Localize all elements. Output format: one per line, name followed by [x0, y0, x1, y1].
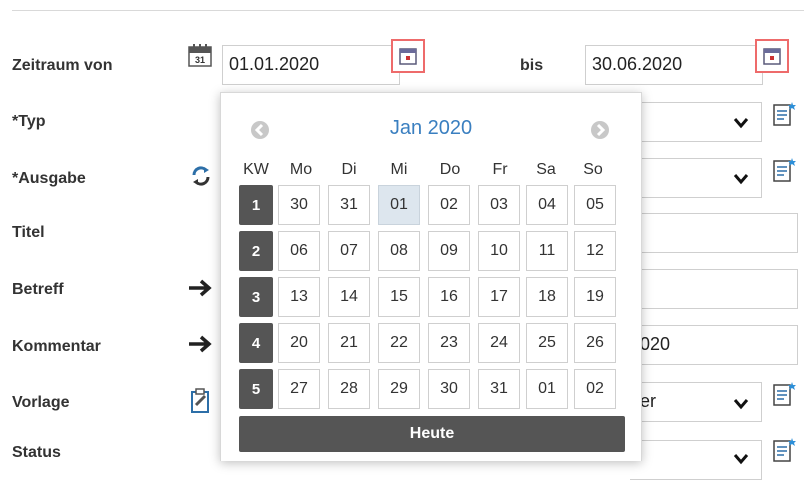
date-to-picker-button[interactable] — [755, 39, 789, 73]
zeitraum-label: Zeitraum von — [12, 57, 113, 74]
chevron-right-icon — [596, 123, 606, 137]
new-document-icon[interactable] — [772, 380, 798, 415]
vorlage-label: Vorlage — [12, 394, 70, 411]
day-cell[interactable]: 26 — [574, 323, 616, 363]
day-cell[interactable]: 20 — [278, 323, 320, 363]
date-from-picker-button[interactable] — [391, 39, 425, 73]
weekday-header: So — [583, 161, 603, 178]
day-cell[interactable]: 18 — [526, 277, 568, 317]
day-cell[interactable]: 02 — [428, 185, 470, 225]
betreff-label: Betreff — [12, 281, 64, 298]
status-label: Status — [12, 444, 61, 461]
day-cell[interactable]: 05 — [574, 185, 616, 225]
week-number: 2 — [239, 231, 273, 271]
selected-day-cell[interactable]: 01 — [378, 185, 420, 225]
day-cell[interactable]: 30 — [428, 369, 470, 409]
bis-label: bis — [520, 57, 544, 74]
chevron-down-icon — [733, 172, 749, 190]
day-cell[interactable]: 14 — [328, 277, 370, 317]
weekday-header: Sa — [536, 161, 556, 178]
week-number: 4 — [239, 323, 273, 363]
day-cell[interactable]: 03 — [478, 185, 520, 225]
chevron-left-icon — [254, 123, 264, 137]
day-cell[interactable]: 29 — [378, 369, 420, 409]
template-edit-icon[interactable] — [190, 388, 212, 419]
day-cell[interactable]: 11 — [526, 231, 568, 271]
day-cell[interactable]: 07 — [328, 231, 370, 271]
day-cell[interactable]: 17 — [478, 277, 520, 317]
week-number: 1 — [239, 185, 273, 225]
kommentar-label: Kommentar — [12, 338, 101, 355]
new-document-icon[interactable] — [772, 436, 798, 471]
day-cell[interactable]: 22 — [378, 323, 420, 363]
day-cell[interactable]: 31 — [328, 185, 370, 225]
day-cell[interactable]: 12 — [574, 231, 616, 271]
week-number: 3 — [239, 277, 273, 317]
day-cell[interactable]: 30 — [278, 185, 320, 225]
day-cell[interactable]: 21 — [328, 323, 370, 363]
next-month-button[interactable] — [591, 121, 609, 139]
week-header: KW — [243, 161, 269, 178]
new-document-icon[interactable] — [772, 100, 798, 135]
day-cell[interactable]: 02 — [574, 369, 616, 409]
calendar-small-icon — [399, 48, 417, 65]
weekday-header: Mo — [289, 161, 313, 178]
day-cell[interactable]: 27 — [278, 369, 320, 409]
chevron-down-icon — [733, 452, 749, 470]
week-number: 5 — [239, 369, 273, 409]
day-cell[interactable]: 15 — [378, 277, 420, 317]
chevron-down-icon — [733, 116, 749, 134]
day-cell[interactable]: 25 — [526, 323, 568, 363]
day-cell[interactable]: 23 — [428, 323, 470, 363]
titel-label: Titel — [12, 224, 45, 241]
weekday-header: Di — [341, 161, 357, 178]
day-cell[interactable]: 01 — [526, 369, 568, 409]
svg-text:31: 31 — [195, 55, 205, 65]
day-cell[interactable]: 04 — [526, 185, 568, 225]
typ-label: *Typ — [12, 113, 46, 130]
day-cell[interactable]: 24 — [478, 323, 520, 363]
previous-month-button[interactable] — [251, 121, 269, 139]
day-cell[interactable]: 31 — [478, 369, 520, 409]
weekday-header: Fr — [492, 161, 508, 178]
chevron-down-icon — [733, 397, 749, 415]
ausgabe-label: *Ausgabe — [12, 170, 86, 187]
calendar-icon: 31 — [187, 42, 213, 73]
arrow-right-icon[interactable] — [187, 278, 215, 303]
day-cell[interactable]: 13 — [278, 277, 320, 317]
kommentar-input[interactable]: 020 — [630, 325, 798, 365]
date-from-input[interactable]: 01.01.2020 — [222, 45, 400, 85]
day-cell[interactable]: 10 — [478, 231, 520, 271]
day-cell[interactable]: 19 — [574, 277, 616, 317]
titel-input[interactable] — [630, 213, 798, 253]
weekday-header: Mi — [390, 161, 408, 178]
betreff-input[interactable] — [630, 269, 798, 309]
day-cell[interactable]: 06 — [278, 231, 320, 271]
arrow-right-icon[interactable] — [187, 334, 215, 359]
top-divider — [12, 10, 804, 11]
date-to-input[interactable]: 30.06.2020 — [585, 45, 763, 85]
refresh-icon[interactable] — [189, 164, 213, 193]
day-cell[interactable]: 09 — [428, 231, 470, 271]
datepicker-popup: Jan 2020 KW Mo Di Mi Do Fr Sa So 1 30 31… — [220, 92, 642, 461]
weekday-header: Do — [439, 161, 461, 178]
day-cell[interactable]: 08 — [378, 231, 420, 271]
day-cell[interactable]: 28 — [328, 369, 370, 409]
calendar-small-icon — [763, 48, 781, 65]
new-document-icon[interactable] — [772, 156, 798, 191]
day-cell[interactable]: 16 — [428, 277, 470, 317]
today-button[interactable]: Heute — [239, 416, 625, 452]
month-year-label: Jan 2020 — [389, 117, 473, 139]
